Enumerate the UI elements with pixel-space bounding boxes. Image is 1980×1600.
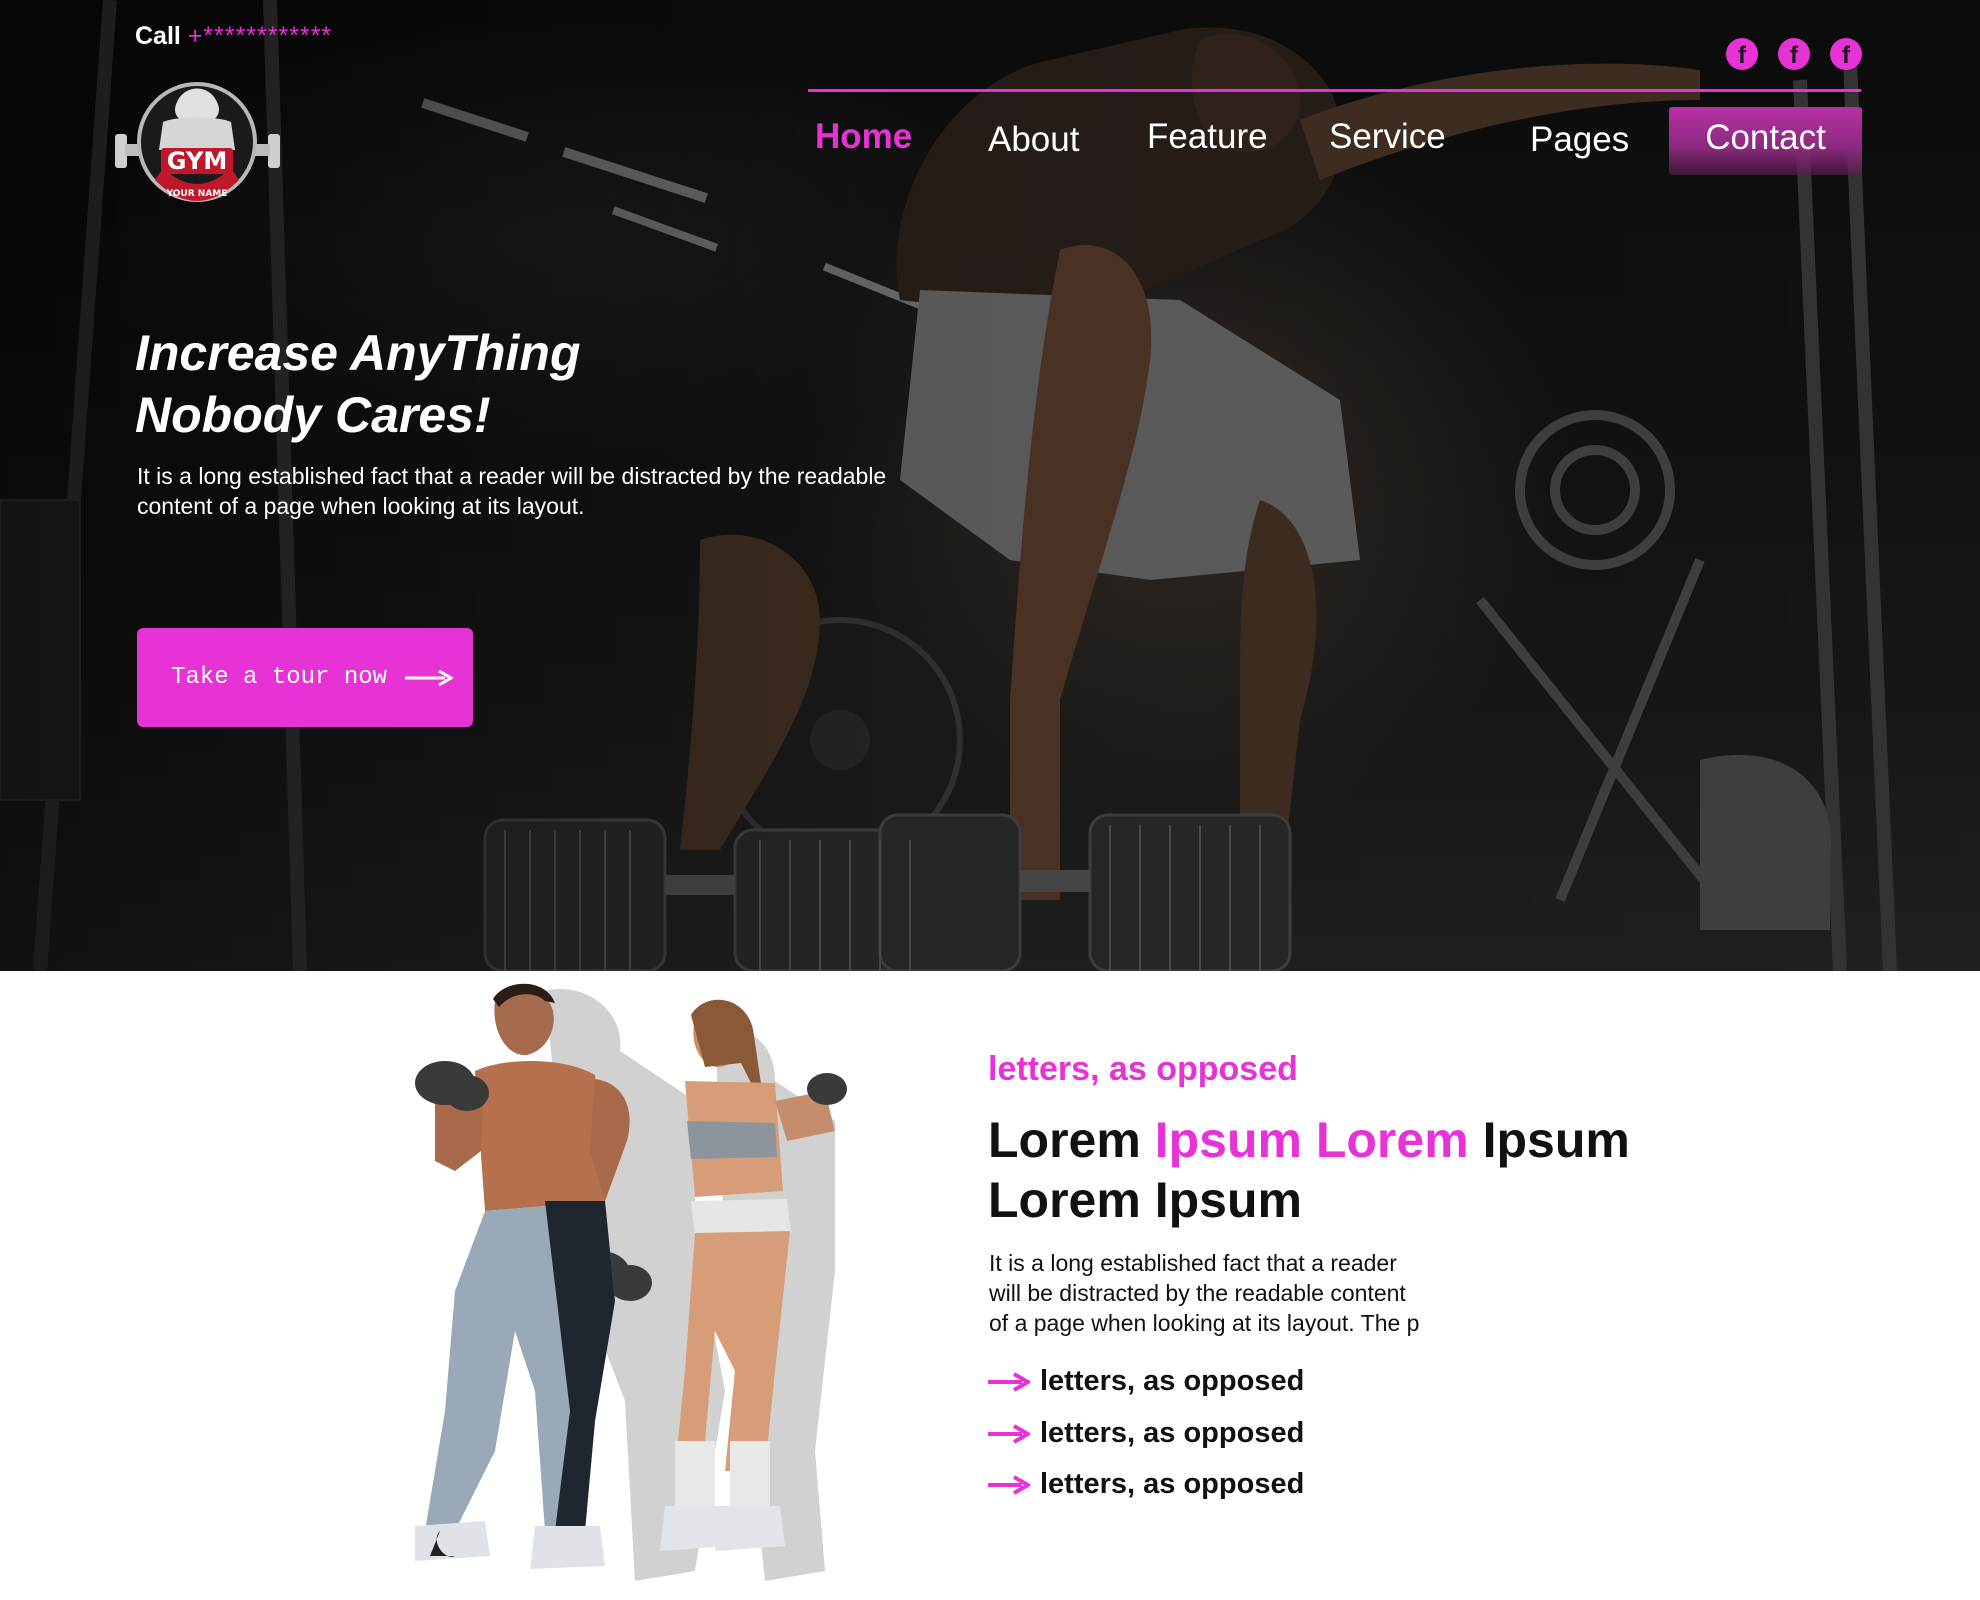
hero-title-line: Increase AnyThing (135, 325, 581, 381)
about-heading: Lorem Ipsum Lorem Ipsum Lorem Ipsum (988, 1110, 1630, 1230)
heading-word: Lorem (988, 1112, 1141, 1168)
about-desc-line: will be distracted by the readable conte… (989, 1280, 1406, 1306)
feature-label: letters, as opposed (1040, 1365, 1305, 1397)
arrow-right-icon (988, 1474, 1030, 1495)
feature-label: letters, as opposed (1040, 1468, 1305, 1500)
list-item: letters, as opposed (988, 1365, 1304, 1398)
hero-description: It is a long established fact that a rea… (137, 461, 1037, 521)
hero-desc-line: It is a long established fact that a rea… (137, 463, 887, 489)
about-heading-line2: Lorem Ipsum (988, 1172, 1302, 1228)
hero-section: Call +************ GYM YOUR NAME f f f H… (0, 0, 1980, 971)
phone-number[interactable]: +************ (188, 22, 332, 50)
arrow-right-icon (988, 1371, 1030, 1392)
facebook-icon[interactable]: f (1726, 38, 1758, 70)
about-kicker: letters, as opposed (988, 1050, 1298, 1088)
heading-word: Ipsum (1482, 1112, 1630, 1168)
nav-home[interactable]: Home (815, 117, 912, 157)
nav-feature[interactable]: Feature (1147, 117, 1268, 157)
about-heading-line1: Lorem Ipsum Lorem Ipsum (988, 1110, 1630, 1170)
nav-pages[interactable]: Pages (1530, 120, 1629, 160)
nav-about[interactable]: About (988, 120, 1079, 160)
arrow-right-icon (988, 1423, 1030, 1444)
hero-title-line: Nobody Cares! (135, 387, 491, 443)
list-item: letters, as opposed (988, 1417, 1304, 1450)
take-tour-label: Take a tour now (171, 664, 388, 691)
gym-logo[interactable]: GYM YOUR NAME (115, 72, 280, 217)
hero-title: Increase AnyThing Nobody Cares! (135, 322, 580, 446)
about-description: It is a long established fact that a rea… (989, 1248, 1509, 1338)
logo-wordmark: GYM (167, 147, 227, 175)
about-desc-line: It is a long established fact that a rea… (989, 1250, 1397, 1276)
about-desc-line: of a page when looking at its layout. Th… (989, 1310, 1420, 1336)
social-links: f f f (1726, 38, 1862, 70)
logo-tagline: YOUR NAME (166, 189, 228, 199)
nav-service[interactable]: Service (1329, 117, 1446, 157)
facebook-icon[interactable]: f (1778, 38, 1810, 70)
arrow-right-icon (405, 669, 454, 686)
nav-divider (808, 89, 1861, 92)
facebook-icon[interactable]: f (1830, 38, 1862, 70)
call-label: Call (135, 22, 181, 50)
take-tour-button[interactable]: Take a tour now (137, 628, 473, 727)
hero-desc-line: content of a page when looking at its la… (137, 493, 585, 519)
nav-contact[interactable]: Contact (1669, 107, 1862, 175)
heading-accent: Ipsum Lorem (1154, 1112, 1469, 1168)
call-info: Call +************ (135, 22, 332, 51)
list-item: letters, as opposed (988, 1468, 1304, 1501)
feature-label: letters, as opposed (1040, 1417, 1305, 1449)
athletes-image (415, 983, 847, 1581)
